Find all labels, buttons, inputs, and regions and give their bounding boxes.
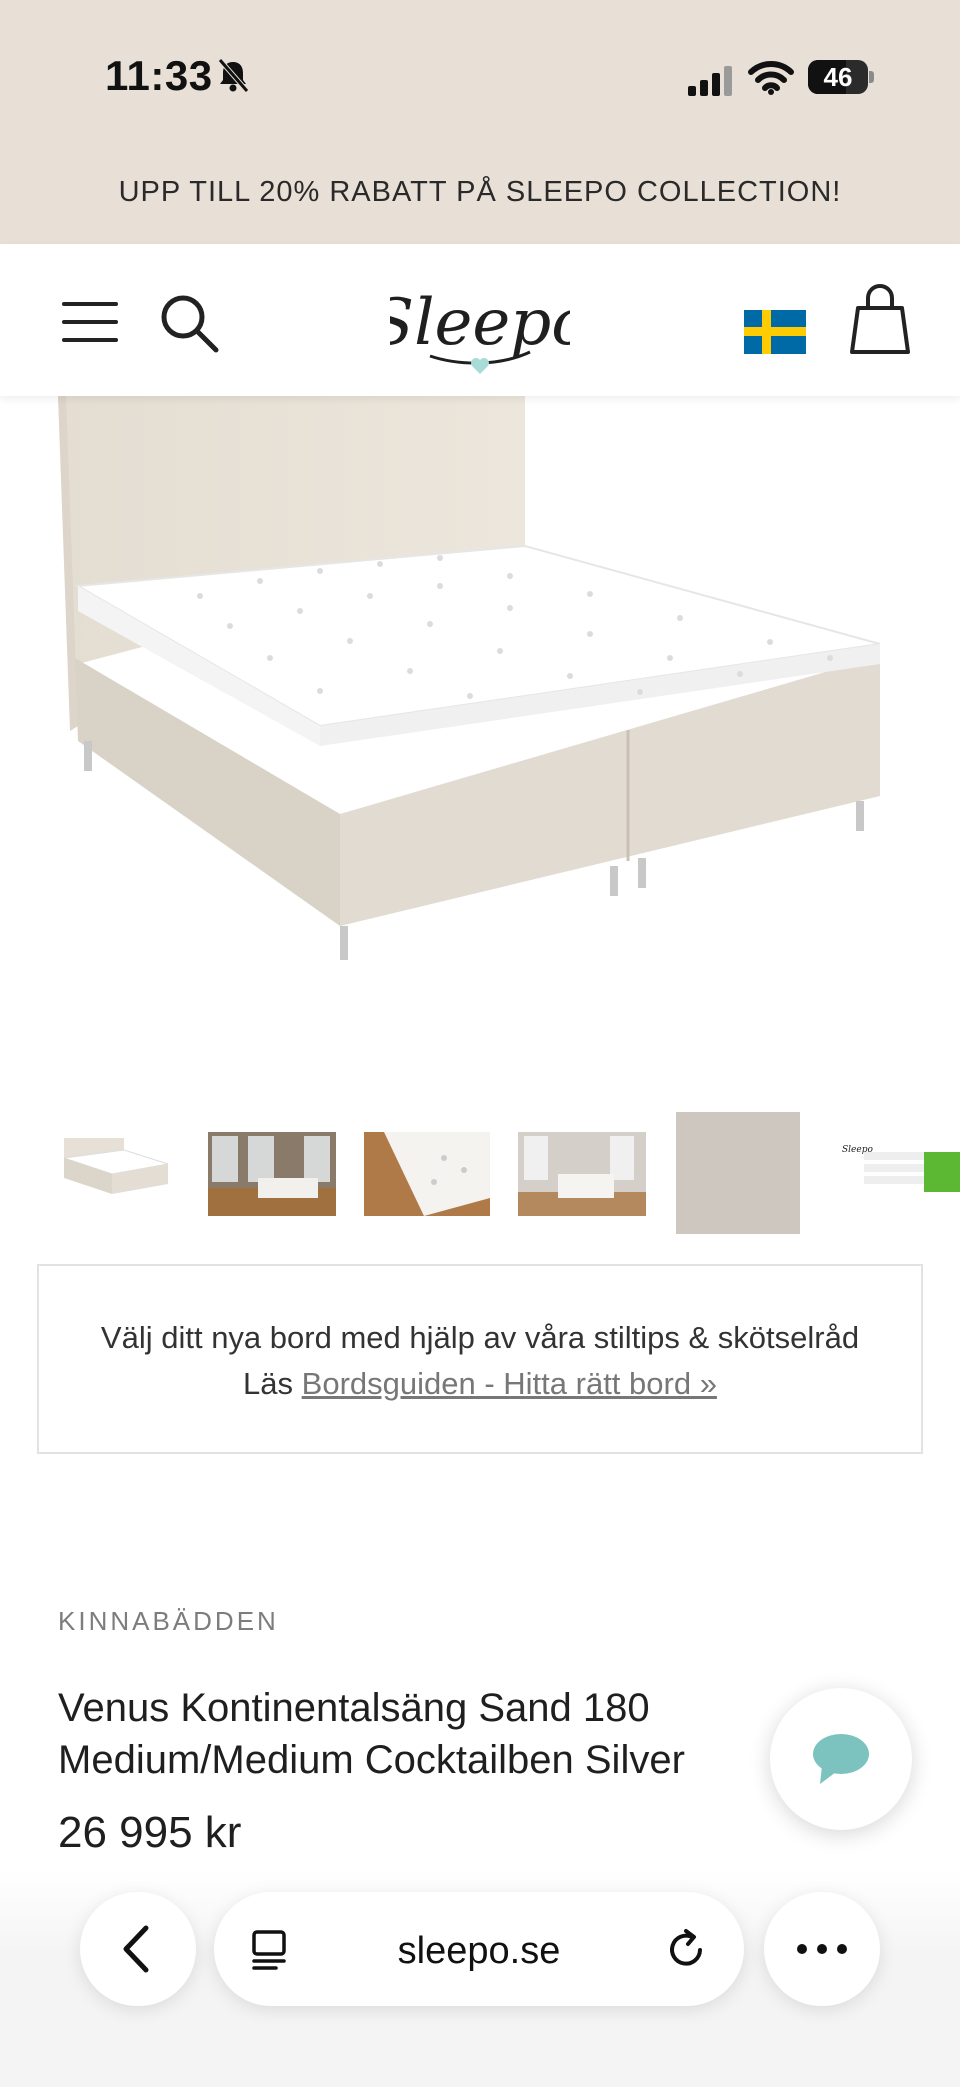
thumbnail-room-1[interactable] — [208, 1108, 336, 1238]
more-button[interactable] — [764, 1892, 880, 2006]
shopping-bag-icon[interactable] — [848, 284, 912, 356]
search-icon[interactable] — [158, 292, 220, 354]
swedish-flag-icon[interactable] — [744, 310, 806, 354]
cellular-signal-icon — [688, 66, 732, 96]
guide-link[interactable]: Bordsguiden - Hitta rätt bord » — [302, 1366, 717, 1401]
thumbnail-fabric-sample[interactable] — [676, 1108, 800, 1238]
thumbnail-mattress-detail[interactable] — [364, 1108, 490, 1238]
wifi-icon — [748, 61, 794, 95]
thumbnail-room-2[interactable] — [518, 1108, 646, 1238]
reload-icon[interactable] — [664, 1926, 710, 1972]
product-main-image[interactable] — [0, 396, 960, 1076]
product-brand[interactable]: KINNABÄDDEN — [58, 1606, 279, 1637]
guide-box: Välj ditt nya bord med hjälp av våra sti… — [37, 1264, 923, 1454]
bell-muted-icon — [218, 58, 249, 93]
product-price: 26 995 kr — [58, 1808, 242, 1857]
back-button[interactable] — [80, 1892, 196, 2006]
svg-text:Sleepo: Sleepo — [390, 286, 570, 360]
product-thumbnails: Sleepo — [0, 1108, 960, 1238]
guide-link-line: Läs Bordsguiden - Hitta rätt bord » — [39, 1366, 921, 1402]
guide-prefix: Läs — [243, 1366, 294, 1401]
battery-level: 46 — [823, 62, 853, 92]
chat-button[interactable] — [770, 1688, 912, 1830]
battery-icon: 46 — [808, 60, 874, 94]
thumbnail-bed[interactable] — [58, 1108, 170, 1238]
more-dots-icon — [797, 1944, 847, 1954]
svg-text:Sleepo: Sleepo — [842, 1145, 873, 1155]
product-title: Venus Kontinentalsäng Sand 180 Medium/Me… — [58, 1686, 685, 1782]
chevron-left-icon — [123, 1925, 149, 1973]
status-time: 11:33 — [105, 52, 213, 99]
address-bar[interactable]: sleepo.se — [214, 1892, 744, 2006]
sleepo-logo[interactable]: Sleepo — [390, 268, 570, 384]
promo-banner[interactable]: UPP TILL 20% RABATT PÅ SLEEPO COLLECTION… — [0, 176, 960, 209]
thumbnail-comfort-chart[interactable]: Sleepo — [834, 1108, 960, 1238]
menu-icon[interactable] — [62, 302, 118, 342]
chat-bubble-icon — [813, 1734, 869, 1784]
guide-text: Välj ditt nya bord med hjälp av våra sti… — [100, 1320, 860, 1355]
